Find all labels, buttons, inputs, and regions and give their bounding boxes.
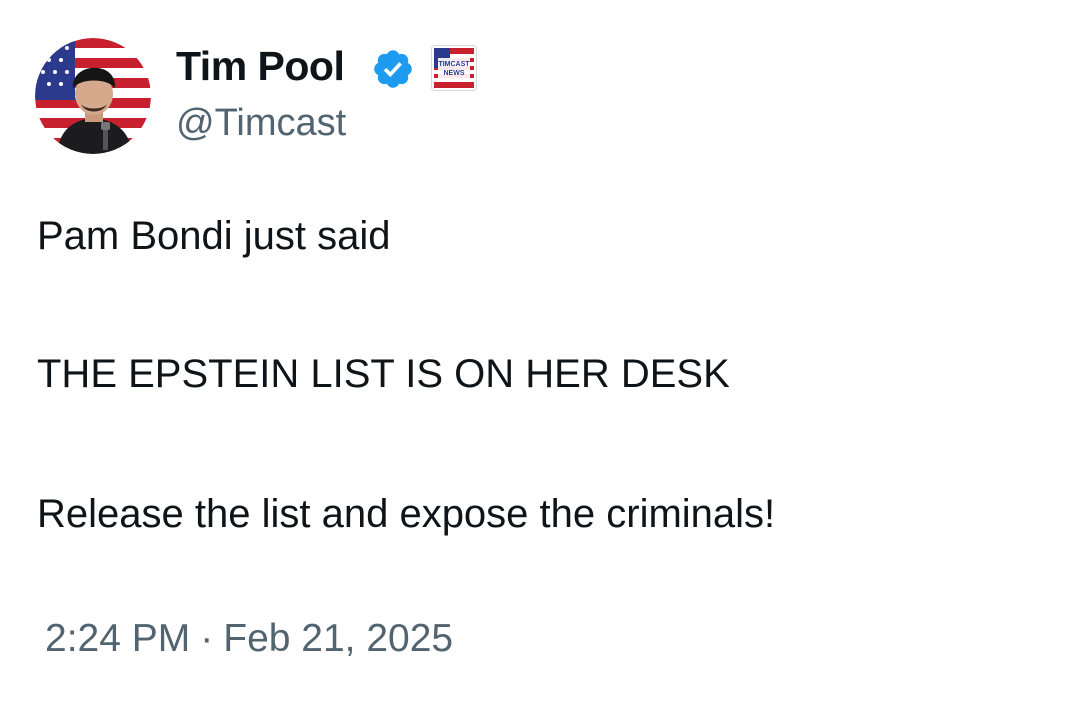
tweet-text-line-3: Release the list and expose the criminal…	[37, 492, 776, 536]
author-handle[interactable]: @Timcast	[176, 101, 346, 145]
avatar[interactable]	[35, 38, 151, 154]
tweet-time[interactable]: 2:24 PM	[45, 616, 190, 662]
verified-badge-icon[interactable]	[371, 47, 415, 91]
tweet-card: Tim Pool TIMCAST NEWS @Timcast Pam Bondi…	[0, 0, 1070, 710]
tweet-date[interactable]: Feb 21, 2025	[223, 616, 453, 662]
tweet-text-line-2: THE EPSTEIN LIST IS ON HER DESK	[37, 352, 730, 396]
author-name[interactable]: Tim Pool	[176, 42, 345, 90]
tweet-timestamp[interactable]: 2:24 PM · Feb 21, 2025	[45, 616, 453, 662]
avatar-image	[35, 38, 151, 154]
meta-separator: ·	[200, 617, 214, 660]
affiliate-badge-text-bottom: NEWS	[444, 70, 465, 77]
affiliate-badge-text-top: TIMCAST	[438, 61, 470, 68]
tweet-text-line-1: Pam Bondi just said	[37, 214, 391, 258]
affiliate-badge-icon[interactable]: TIMCAST NEWS	[431, 45, 477, 91]
